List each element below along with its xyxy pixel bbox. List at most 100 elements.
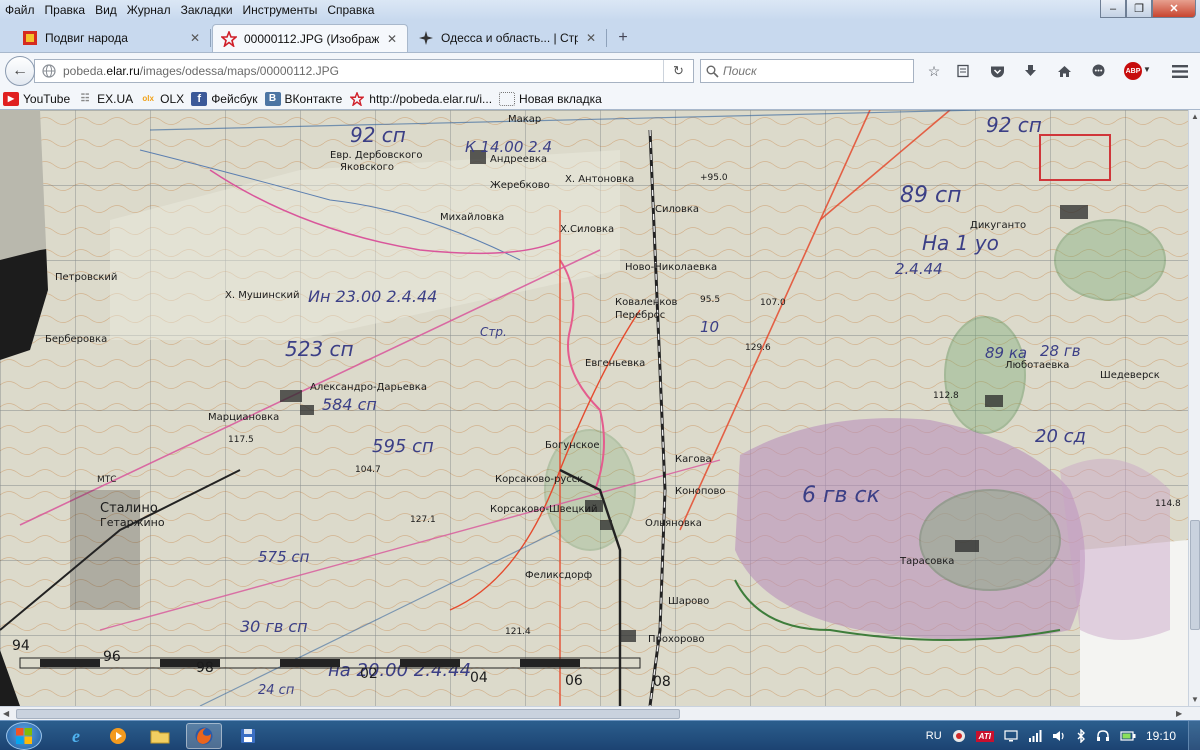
- close-window-button[interactable]: ✕: [1152, 0, 1196, 18]
- url-path: /images/odessa/maps/00000112.JPG: [139, 64, 339, 78]
- place-label: Жеребково: [490, 180, 550, 191]
- antivirus-icon[interactable]: [952, 729, 966, 743]
- tab-podvig-naroda[interactable]: Подвиг народа ✕: [14, 24, 210, 52]
- place-label: Шарово: [668, 596, 709, 607]
- bookmark-vk[interactable]: B ВКонтакте: [264, 91, 342, 106]
- chat-icon[interactable]: [1086, 60, 1110, 82]
- tab-map-image[interactable]: 00000112.JPG (Изображен... ✕: [212, 24, 408, 52]
- taskbar-file-explorer[interactable]: [142, 723, 178, 749]
- place-label: Тарасовка: [899, 556, 954, 567]
- floppy-disk-icon: [241, 729, 255, 743]
- chevron-down-icon[interactable]: ▼: [1143, 65, 1151, 74]
- scroll-left-icon[interactable]: ◀: [3, 709, 9, 718]
- start-button[interactable]: [6, 722, 42, 750]
- military-map-image[interactable]: Макар Андреевка Яковского Жеребково Х. А…: [0, 110, 1188, 706]
- menu-view[interactable]: Вид: [90, 0, 122, 20]
- reload-button[interactable]: ↻: [663, 60, 693, 82]
- annotation-label: К 14.00 2.4: [465, 138, 552, 156]
- headset-icon[interactable]: [1096, 730, 1110, 742]
- restore-icon: ❐: [1134, 3, 1144, 15]
- display-icon[interactable]: [1004, 730, 1018, 742]
- taskbar-firefox[interactable]: [186, 723, 222, 749]
- internet-explorer-icon: e: [72, 725, 80, 746]
- firefox-icon: [195, 727, 213, 745]
- reading-list-icon[interactable]: [951, 60, 975, 82]
- olx-icon: olx: [142, 94, 154, 103]
- vertical-scrollbar[interactable]: ▲ ▼: [1188, 110, 1200, 706]
- youtube-icon: ▶: [3, 91, 19, 106]
- horizontal-scrollbar[interactable]: ◀ ▶: [0, 706, 1200, 720]
- clock[interactable]: 19:10: [1146, 729, 1176, 743]
- search-bar[interactable]: [700, 59, 914, 83]
- place-label: Александро-Дарьевка: [310, 382, 427, 393]
- ati-icon[interactable]: ATI: [975, 730, 994, 742]
- bookmark-youtube[interactable]: ▶ YouTube: [3, 91, 70, 106]
- tab-bar: Подвиг народа ✕ 00000112.JPG (Изображен.…: [0, 20, 1200, 52]
- scroll-right-icon[interactable]: ▶: [1176, 709, 1182, 718]
- folder-icon: [150, 730, 170, 744]
- place-label: Коваленков: [615, 297, 677, 308]
- back-button[interactable]: ←: [5, 56, 35, 86]
- url-bar[interactable]: pobeda.elar.ru/images/odessa/maps/000001…: [34, 59, 694, 83]
- new-tab-button[interactable]: +: [612, 24, 634, 52]
- svg-text:112.8: 112.8: [933, 391, 959, 401]
- grid-number: 06: [565, 673, 583, 689]
- menu-edit[interactable]: Правка: [40, 0, 91, 20]
- svg-text:114.8: 114.8: [1155, 499, 1181, 509]
- maximize-button[interactable]: ❐: [1126, 0, 1152, 18]
- scroll-thumb[interactable]: [1190, 520, 1200, 630]
- language-indicator[interactable]: RU: [926, 730, 942, 742]
- scroll-up-icon[interactable]: ▲: [1191, 112, 1199, 121]
- menu-history[interactable]: Журнал: [122, 0, 176, 20]
- volume-icon[interactable]: [1052, 730, 1066, 742]
- taskbar-media-player[interactable]: [100, 723, 136, 749]
- grid-number: 04: [470, 670, 488, 686]
- bookmark-pobeda[interactable]: http://pobeda.elar.ru/i...: [349, 91, 492, 106]
- bookmark-star-icon[interactable]: ☆: [922, 60, 946, 82]
- hamburger-menu-icon[interactable]: [1168, 60, 1192, 82]
- home-icon[interactable]: [1052, 60, 1076, 82]
- show-desktop-button[interactable]: [1188, 721, 1200, 750]
- bookmark-facebook[interactable]: f Фейсбук: [191, 91, 258, 106]
- menu-bookmarks[interactable]: Закладки: [176, 0, 238, 20]
- media-player-icon: [110, 728, 126, 744]
- adblock-plus-icon[interactable]: ABP: [1124, 62, 1142, 80]
- battery-icon[interactable]: [1120, 731, 1136, 741]
- download-icon[interactable]: [1018, 60, 1042, 82]
- menu-help[interactable]: Справка: [322, 0, 379, 20]
- bluetooth-icon[interactable]: [1076, 729, 1086, 743]
- scroll-down-icon[interactable]: ▼: [1191, 695, 1199, 704]
- menu-tools[interactable]: Инструменты: [238, 0, 323, 20]
- place-label: Шедеверск: [1100, 370, 1160, 381]
- annotation-label: 24 сп: [258, 683, 295, 698]
- place-label: Яковского: [340, 162, 394, 173]
- bookmark-olx[interactable]: olx OLX: [140, 92, 184, 106]
- svg-text:121.4: 121.4: [505, 627, 531, 637]
- window-controls: – ❐ ✕: [1100, 0, 1196, 18]
- podvig-naroda-favicon: [22, 30, 38, 46]
- tab-close-icon[interactable]: ✕: [188, 31, 202, 45]
- svg-text:104.7: 104.7: [355, 465, 381, 475]
- svg-text:117.5: 117.5: [228, 435, 254, 445]
- network-signal-icon[interactable]: [1028, 730, 1042, 742]
- taskbar-save-app[interactable]: [230, 723, 266, 749]
- menu-file[interactable]: Файл: [0, 0, 40, 20]
- place-label: Корсаково-русск.: [495, 474, 586, 485]
- reload-icon: ↻: [673, 63, 684, 78]
- image-viewer: Макар Андреевка Яковского Жеребково Х. А…: [0, 110, 1188, 706]
- annotation-label: 92 сп: [350, 123, 406, 147]
- tab-close-icon[interactable]: ✕: [385, 32, 399, 46]
- taskbar-internet-explorer[interactable]: e: [58, 723, 94, 749]
- tab-odessa[interactable]: Одесса и область... | Стра... ✕: [410, 24, 606, 52]
- scroll-thumb[interactable]: [16, 709, 680, 719]
- pocket-icon[interactable]: [985, 60, 1009, 82]
- place-label: Берберовка: [45, 334, 107, 345]
- minimize-button[interactable]: –: [1100, 0, 1126, 18]
- bookmark-new-tab[interactable]: Новая вкладка: [499, 91, 602, 106]
- bookmark-exua[interactable]: ☷ EX.UA: [77, 92, 134, 106]
- place-label: Ново-Николаевка: [625, 262, 717, 273]
- search-input[interactable]: [723, 64, 903, 78]
- tab-close-icon[interactable]: ✕: [584, 31, 598, 45]
- annotation-label: 523 сп: [285, 337, 354, 361]
- place-label: Евгеньевка: [585, 358, 645, 369]
